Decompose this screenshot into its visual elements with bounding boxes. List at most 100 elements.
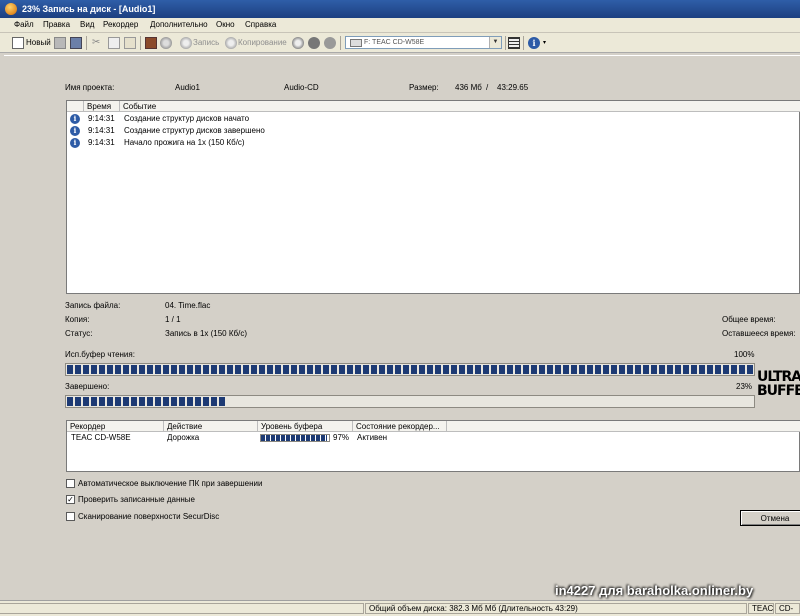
info-icon: i [70,126,80,136]
read-buffer-bar [65,363,755,376]
log-event: Создание структур дисков начато [124,114,250,123]
burn-disc-icon[interactable] [145,37,157,49]
recorder-name[interactable]: TEAC CD-W58E [71,433,131,442]
disc-info-icon[interactable] [324,37,336,49]
burn-button[interactable]: Запись [193,37,219,49]
event-log[interactable]: Время Событие i 9:14:31 Создание структу… [66,100,800,294]
new-button[interactable]: Новый [26,37,51,49]
menu-bar: Файл Правка Вид Рекордер Дополнительно О… [0,18,800,33]
log-col-time[interactable]: Время [84,101,120,112]
log-row[interactable]: i 9:14:31 Начало прожига на 1x (150 Кб/с… [67,137,797,149]
read-buffer-percent: 100% [734,350,755,359]
project-name-value: Audio1 [175,83,200,92]
securdisc-scan-label[interactable]: Сканирование поверхности SecurDisc [78,512,219,521]
title-bar[interactable]: 23% Запись на диск - [Audio1] [0,0,800,18]
log-time: 9:14:31 [88,126,115,135]
drive-info-icon[interactable] [508,37,520,49]
toolbar-separator [140,36,141,50]
recorder-buffer-percent: 97% [333,433,350,442]
menu-file[interactable]: Файл [14,20,34,29]
recorder-col-spacer [447,421,800,432]
drive-icon [350,39,362,47]
read-buffer-label: Исп.буфер чтения: [65,350,135,359]
drive-select[interactable]: F: TEAC CD-W58E ▼ [345,36,502,49]
drive-select-value: F: TEAC CD-W58E [364,39,425,46]
log-col-event[interactable]: Событие [120,101,800,112]
help-icon[interactable]: i [528,37,540,49]
cut-icon[interactable]: ✂ [92,37,104,49]
copy-value: 1 / 1 [165,315,181,324]
copy-disc-button[interactable]: Копирование [238,37,287,49]
paste-icon[interactable] [124,37,136,49]
toolbar-separator [505,36,506,50]
menu-window[interactable]: Окно [216,20,235,29]
recorder-state: Активен [357,433,388,442]
recorder-col-buffer[interactable]: Уровень буфера [258,421,353,432]
new-document-icon [12,37,24,49]
menu-edit[interactable]: Правка [43,20,70,29]
info-icon: i [70,114,80,124]
save-icon[interactable] [70,37,82,49]
recorder-action: Дорожка [167,433,200,442]
completed-bar [65,395,755,408]
recorder-buffer-bar [260,434,330,442]
app-icon [5,3,17,15]
size-mb: 436 Мб [455,83,482,92]
ultra-buffer-logo: ULTRA BUFFER [757,370,800,402]
log-time: 9:14:31 [88,138,115,147]
log-row[interactable]: i 9:14:31 Создание структур дисков завер… [67,125,797,137]
checkmark-icon: ✓ [67,495,74,504]
statusbar-drive: TEAC [748,603,774,614]
remaining-time-label: Оставшееся время: [722,329,796,338]
statusbar-drive-model: CD-W [775,603,800,614]
window-title: 23% Запись на диск - [Audio1] [22,4,156,14]
menu-recorder[interactable]: Рекордер [103,20,138,29]
log-row[interactable]: i 9:14:31 Создание структур дисков начат… [67,113,797,125]
project-type: Audio-CD [284,83,319,92]
status-bar: Общий объем диска: 382.3 Мб Мб (Длительн… [0,600,800,616]
recorder-col-state[interactable]: Состояние рекордер... [353,421,447,432]
copy-icon[interactable] [108,37,120,49]
toolbar-separator [86,36,87,50]
menu-extras[interactable]: Дополнительно [150,20,208,29]
securdisc-scan-checkbox[interactable] [66,512,75,521]
copy-disc-icon [225,37,237,49]
recorder-col-action[interactable]: Действие [164,421,258,432]
disc-icon[interactable] [160,37,172,49]
open-icon[interactable] [54,37,66,49]
project-name-label: Имя проекта: [65,83,115,92]
size-time: 43:29.65 [497,83,529,92]
recorder-buffer-fill [261,435,327,441]
status-label: Статус: [65,329,93,338]
chevron-down-icon[interactable]: ▼ [489,37,501,48]
total-time-label: Общее время: [722,315,776,324]
info-icon: i [70,138,80,148]
ultra-buffer-logo-text: ULTRA BUFFER [757,369,800,399]
log-event: Создание структур дисков завершено [124,126,265,135]
completed-fill [67,397,225,406]
completed-percent: 23% [736,382,753,391]
toolbar-separator [340,36,341,50]
eject-disc-icon[interactable] [292,37,304,49]
burn-progress-panel: Имя проекта: Audio1 Audio-CD Размер: 436… [4,55,800,601]
recorder-col-name[interactable]: Рекордер [67,421,164,432]
auto-shutdown-label[interactable]: Автоматическое выключение ПК при заверше… [78,479,262,488]
menu-help[interactable]: Справка [245,20,276,29]
menu-view[interactable]: Вид [80,20,94,29]
toolbar-more-icon[interactable]: ▾ [543,37,546,49]
file-label: Запись файла: [65,301,121,310]
log-col-icon [67,101,84,112]
log-event: Начало прожига на 1x (150 Кб/с) [124,138,245,147]
statusbar-disc-total: Общий объем диска: 382.3 Мб Мб (Длительн… [365,603,747,614]
read-buffer-fill [67,365,753,374]
copy-label: Копия: [65,315,90,324]
verify-data-checkbox[interactable]: ✓ [66,495,75,504]
statusbar-empty [0,603,364,614]
cancel-button[interactable]: Отмена [740,510,800,526]
recorder-table[interactable]: Рекордер Действие Уровень буфера Состоян… [66,420,800,472]
completed-label: Завершено: [65,382,110,391]
auto-shutdown-checkbox[interactable] [66,479,75,488]
erase-disc-icon[interactable] [308,37,320,49]
log-time: 9:14:31 [88,114,115,123]
verify-data-label[interactable]: Проверить записанные данные [78,495,195,504]
